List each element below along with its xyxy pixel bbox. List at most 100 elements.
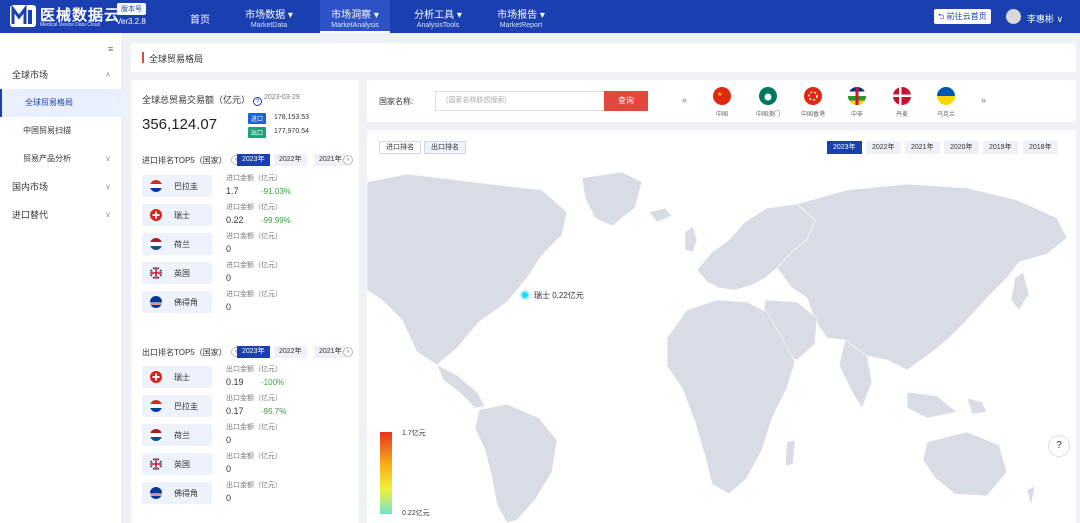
map-year-2018[interactable]: 2018年 [1023, 141, 1058, 154]
amount-label: 进口金额（亿元） [226, 204, 282, 211]
map-year-2021[interactable]: 2021年 [905, 141, 940, 154]
amount-value: 0.19 [226, 377, 244, 387]
marker-label: 瑞士 0.22亿元 [534, 290, 584, 300]
import-year-2022[interactable]: 2022年 [274, 154, 307, 166]
import-country-paraguay[interactable]: 巴拉圭 [142, 175, 212, 197]
export-country-paraguay[interactable]: 巴拉圭 [142, 395, 212, 417]
brand-subtitle: Medical Device Data Cloud [40, 22, 101, 28]
sidebar-item-global-trade[interactable]: 全球贸易格局 [0, 89, 123, 117]
avatar[interactable] [1006, 9, 1021, 24]
flag-item-hongkong[interactable]: 中国香港 [793, 87, 833, 118]
amount-value: 0.22 [226, 215, 244, 225]
change-value: -91.03% [261, 187, 291, 196]
macao-flag-icon [759, 87, 777, 105]
ukraine-flag-icon [937, 87, 955, 105]
export-country-uk[interactable]: 英国 [142, 453, 212, 475]
sidebar-item-china-trade[interactable]: 中国贸易扫描 [0, 117, 123, 145]
nav-home[interactable]: 首页 [172, 0, 228, 33]
import-country-cape-verde[interactable]: 佛得角 [142, 291, 212, 313]
legend-min: 0.22亿元 [402, 510, 430, 517]
sidebar-item-import-substitution[interactable]: 进口替代 ∨ [0, 201, 123, 229]
amount-label: 出口金额（亿元） [226, 366, 282, 373]
export-country-cape-verde[interactable]: 佛得角 [142, 482, 212, 504]
amount-value: 0 [226, 302, 232, 312]
change-value: -99.99% [261, 216, 291, 225]
uk-flag-icon [150, 267, 162, 279]
help-chat-icon[interactable]: ? [1048, 435, 1070, 457]
export-tag: 出口 [248, 127, 267, 138]
map-year-2022[interactable]: 2022年 [866, 141, 901, 154]
summary-title: 全球总贸易交易额（亿元）? [142, 93, 263, 106]
switzerland-marker[interactable] [520, 290, 530, 300]
import-year-2023[interactable]: 2023年 [237, 154, 270, 166]
world-map[interactable]: 瑞士 0.22亿元 [367, 160, 1076, 523]
version-badge: 版本号 [117, 3, 146, 15]
menu-collapse-icon[interactable]: ≡ [108, 44, 113, 54]
import-country-netherlands[interactable]: 荷兰 [142, 233, 212, 255]
denmark-flag-icon [893, 87, 911, 105]
nav-market-report[interactable]: 市场报告 ▾ MarketReport [488, 0, 554, 33]
export-year-2022[interactable]: 2022年 [274, 346, 307, 358]
help-icon[interactable]: ? [253, 97, 263, 106]
cape-verde-flag-icon [150, 487, 162, 499]
map-card: 进口排名 出口排名 2023年 2022年 2021年 2020年 2019年 … [367, 130, 1076, 523]
search-button[interactable]: 查询 [604, 91, 648, 111]
search-card: 国家名称: (国家名称联想搜索) 查询 « ★ 中国 中国澳门 中国香港 中非 … [367, 80, 1076, 122]
chevron-right-icon[interactable]: › [343, 155, 353, 165]
user-menu[interactable]: 李惠彬 ∨ [1027, 12, 1063, 25]
amount-value: 0.17 [226, 406, 244, 416]
goto-cloud-button[interactable]: ⮌ 前往云首页 [934, 9, 991, 24]
double-chevron-left-icon[interactable]: « [682, 95, 687, 105]
sidebar-item-trade-product[interactable]: 贸易产品分析 ∨ [0, 145, 123, 173]
title-accent [142, 52, 144, 63]
map-year-2019[interactable]: 2019年 [983, 141, 1018, 154]
amount-label: 进口金额（亿元） [226, 291, 282, 298]
summary-panel: 全球总贸易交易额（亿元）? 2023-03-29 356,124.07 进口 1… [131, 80, 359, 523]
flag-item-china[interactable]: ★ 中国 [702, 87, 742, 118]
flag-item-central-africa[interactable]: 中非 [837, 87, 877, 118]
logo-icon [10, 4, 36, 27]
flag-item-denmark[interactable]: 丹麦 [882, 87, 922, 118]
nav-market-analysis[interactable]: 市场洞察 ▾ MarketAnalysis [320, 0, 390, 33]
export-country-netherlands[interactable]: 荷兰 [142, 424, 212, 446]
flag-item-ukraine[interactable]: 乌克兰 [926, 87, 966, 118]
chevron-right-icon[interactable]: › [343, 347, 353, 357]
import-year-2021[interactable]: 2021年 [314, 154, 347, 166]
nav-analysis-tools[interactable]: 分析工具 ▾ AnalysisTools [405, 0, 471, 33]
amount-label: 出口金额（亿元） [226, 424, 282, 431]
amount-value: 1.7 [226, 186, 239, 196]
legend-gradient [380, 432, 392, 514]
map-year-2020[interactable]: 2020年 [944, 141, 979, 154]
nav-market-data[interactable]: 市场数据 ▾ MarketData [236, 0, 302, 33]
amount-label: 出口金额（亿元） [226, 482, 282, 489]
amount-value: 0 [226, 435, 232, 445]
svg-text:★: ★ [717, 91, 722, 98]
page-title-card: 全球贸易格局 [131, 43, 1076, 72]
amount-value: 0 [226, 493, 232, 503]
export-country-switzerland[interactable]: 瑞士 [142, 366, 212, 388]
top-bar: 医械数据云 Medical Device Data Cloud 版本号 Ver3… [0, 0, 1080, 33]
amount-value: 0 [226, 244, 232, 254]
page-title: 全球贸易格局 [149, 54, 204, 64]
china-flag-icon: ★ [713, 87, 731, 105]
tab-import-rank[interactable]: 进口排名 [379, 141, 421, 154]
country-search-input[interactable]: (国家名称联想搜索) [435, 91, 605, 111]
export-year-2023[interactable]: 2023年 [237, 346, 270, 358]
import-country-uk[interactable]: 英国 [142, 262, 212, 284]
amount-label: 进口金额（亿元） [226, 175, 282, 182]
map-year-2023[interactable]: 2023年 [827, 141, 862, 154]
sidebar-item-global-market[interactable]: 全球市场 ∧ [0, 61, 123, 89]
sidebar: ≡ 全球市场 ∧ 全球贸易格局 中国贸易扫描 贸易产品分析 ∨ 国内市场 ∨ 进口替代… [0, 33, 123, 523]
switzerland-flag-icon [150, 371, 162, 383]
export-year-2021[interactable]: 2021年 [314, 346, 347, 358]
version-text: Ver3.2.8 [116, 17, 146, 26]
hongkong-flag-icon [804, 87, 822, 105]
cape-verde-flag-icon [150, 296, 162, 308]
flag-item-macao[interactable]: 中国澳门 [748, 87, 788, 118]
import-country-switzerland[interactable]: 瑞士 [142, 204, 212, 226]
uk-flag-icon [150, 458, 162, 470]
sidebar-item-domestic-market[interactable]: 国内市场 ∨ [0, 173, 123, 201]
tab-export-rank[interactable]: 出口排名 [424, 141, 466, 154]
double-chevron-right-icon[interactable]: » [981, 95, 986, 105]
amount-value: 0 [226, 464, 232, 474]
